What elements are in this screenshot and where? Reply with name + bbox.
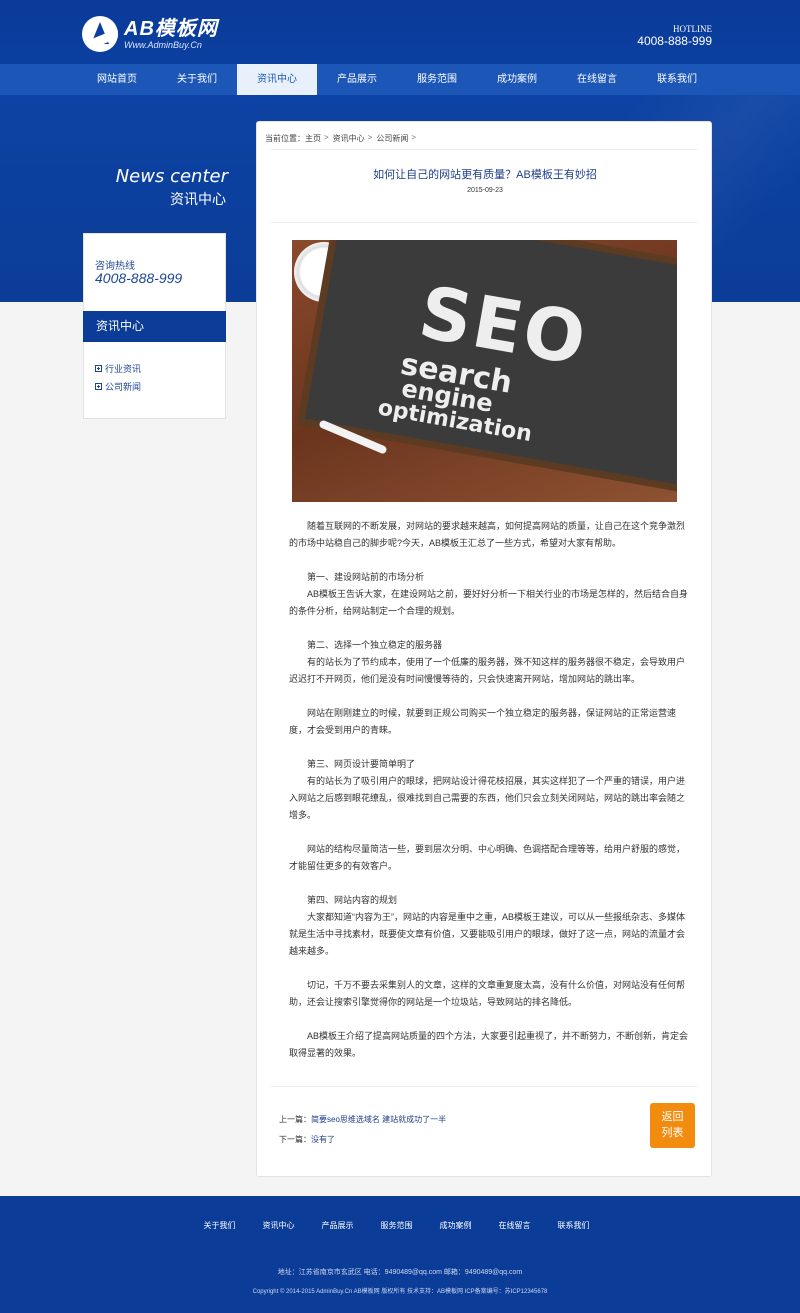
banner-title-en: News center	[115, 166, 228, 187]
sidebar-item-company-news[interactable]: 公司新闻	[95, 377, 141, 395]
sidebar-item-label: 公司新闻	[105, 381, 142, 392]
site-footer: 关于我们 资讯中心 产品展示 服务范围 成功案例 在线留言 联系我们 地址：江苏…	[0, 1196, 800, 1313]
next-article: 下一篇：没有了	[279, 1134, 335, 1145]
prev-article-link[interactable]: 简要seo思维选域名 建站就成功了一半	[311, 1115, 446, 1124]
footer-link-products[interactable]: 产品展示	[308, 1220, 367, 1231]
next-label: 下一篇：	[279, 1135, 311, 1144]
divider	[271, 149, 697, 150]
back-label-line1: 返回	[661, 1111, 684, 1123]
nav-item-home[interactable]: 网站首页	[77, 64, 157, 95]
paragraph-heading: 第三、网页设计要简单明了	[307, 759, 416, 769]
next-article-text: 没有了	[311, 1135, 335, 1144]
sidebar-hotline-number: 4008-888-999	[95, 270, 183, 286]
prev-article[interactable]: 上一篇：简要seo思维选域名 建站就成功了一半	[279, 1114, 446, 1125]
footer-nav: 关于我们 资讯中心 产品展示 服务范围 成功案例 在线留言 联系我们	[190, 1220, 603, 1231]
chevron-right-icon: >	[324, 133, 329, 142]
footer-address: 地址：江苏省南京市玄武区 电话：9490489@qq.com 邮箱：949048…	[277, 1269, 523, 1276]
plus-box-icon	[95, 382, 102, 390]
main-nav: 网站首页 关于我们 资讯中心 产品展示 服务范围 成功案例 在线留言 联系我们	[0, 64, 800, 95]
article-panel: 当前位置：主页 > 资讯中心 > 公司新闻 > 如何让自己的网站更有质量？AB模板王有…	[256, 121, 712, 1177]
breadcrumb-news[interactable]: 资讯中心	[333, 133, 365, 144]
paragraph: 大家都知道“内容为王”，网站的内容是重中之重，AB模板王建议，可以从一些报纸杂志…	[289, 912, 686, 956]
plus-box-icon	[95, 364, 102, 372]
breadcrumb: 当前位置：主页 > 资讯中心 > 公司新闻 >	[265, 133, 420, 144]
footer-link-news[interactable]: 资讯中心	[249, 1220, 308, 1231]
nav-item-news[interactable]: 资讯中心	[237, 64, 317, 95]
nav-item-message[interactable]: 在线留言	[557, 64, 637, 95]
breadcrumb-home[interactable]: 当前位置：主页	[265, 133, 321, 144]
sidebar-links: 行业资讯 公司新闻	[95, 359, 141, 395]
sidebar-category-title: 资讯中心	[83, 311, 226, 342]
hotline-label: HOTLINE	[673, 24, 712, 34]
divider	[271, 222, 697, 223]
article-body: 随着互联网的不断发展，对网站的要求越来越高，如何提高网站的质量，让自己在这个竞争…	[289, 518, 689, 1062]
nav-item-about[interactable]: 关于我们	[157, 64, 237, 95]
paragraph: AB模板王介绍了提高网站质量的四个方法，大家要引起重视了，并不断努力，不断创新，…	[289, 1031, 689, 1058]
divider	[271, 1086, 697, 1087]
footer-copyright: Copyright © 2014-2015 AdminBuy.Cn AB模板网 …	[252, 1289, 548, 1295]
paragraph: 随着互联网的不断发展，对网站的要求越来越高，如何提高网站的质量，让自己在这个竞争…	[289, 521, 686, 548]
nav-item-services[interactable]: 服务范围	[397, 64, 477, 95]
logo-subtitle: Www.AdminBuy.Cn	[124, 39, 202, 50]
paragraph: 有的站长为了节约成本，使用了一个低廉的服务器，殊不知这样的服务器很不稳定，会导致…	[289, 657, 686, 684]
article-title: 如何让自己的网站更有质量？AB模板王有妙招	[373, 169, 597, 181]
header-hotline: HOTLINE 4008-888-999	[637, 24, 712, 48]
paragraph: 网站的结构尽量简洁一些，要到层次分明、中心明确、色调搭配合理等等，给用户舒服的感…	[289, 844, 686, 871]
paragraph: 网站在刚刚建立的时候，就要到正规公司购买一个独立稳定的服务器，保证网站的正常运营…	[289, 708, 677, 735]
sidebar-item-label: 行业资讯	[105, 363, 142, 374]
paragraph: 切记，千万不要去采集别人的文章，这样的文章重复度太高，没有什么价值，对网站没有任…	[289, 980, 686, 1007]
sidebar-item-industry-news[interactable]: 行业资讯	[95, 359, 141, 377]
back-to-list-button[interactable]: 返回 列表	[650, 1103, 695, 1148]
footer-link-message[interactable]: 在线留言	[485, 1220, 544, 1231]
paragraph-heading: 第二、选择一个独立稳定的服务器	[307, 640, 443, 650]
footer-link-contact[interactable]: 联系我们	[544, 1220, 603, 1231]
site-logo[interactable]: AB模板网 Www.AdminBuy.Cn	[82, 16, 218, 52]
footer-link-about[interactable]: 关于我们	[190, 1220, 249, 1231]
chevron-right-icon: >	[411, 133, 417, 142]
site-header: AB模板网 Www.AdminBuy.Cn HOTLINE 4008-888-9…	[0, 0, 800, 64]
footer-link-cases[interactable]: 成功案例	[426, 1220, 485, 1231]
footer-link-services[interactable]: 服务范围	[367, 1220, 426, 1231]
prev-label: 上一篇：	[279, 1115, 311, 1124]
article-date: 2015-09-23	[467, 187, 503, 194]
nav-item-contact[interactable]: 联系我们	[637, 64, 717, 95]
breadcrumb-company-news[interactable]: 公司新闻	[376, 133, 408, 144]
nav-item-cases[interactable]: 成功案例	[477, 64, 557, 95]
sidebar: 咨询热线 4008-888-999 资讯中心 行业资讯 公司新闻	[83, 233, 226, 419]
logo-icon	[82, 16, 118, 52]
paragraph: AB模板王告诉大家，在建设网站之前，要好好分析一下相关行业的市场是怎样的，然后结…	[289, 589, 689, 616]
paragraph: 有的站长为了吸引用户的眼球，把网站设计得花枝招展，其实这样犯了一个严重的错误，用…	[289, 776, 686, 820]
seo-chalkboard-image: SEO search engine optimization	[292, 240, 677, 502]
chevron-right-icon: >	[367, 133, 373, 142]
back-label-line2: 列表	[661, 1127, 684, 1139]
logo-title: AB模板网	[124, 17, 218, 40]
paragraph-heading: 第四、网站内容的规划	[307, 895, 398, 905]
paragraph-heading: 第一、建设网站前的市场分析	[307, 572, 425, 582]
banner-title-cn: 资讯中心	[170, 191, 226, 207]
hotline-number: 4008-888-999	[637, 34, 712, 48]
nav-item-products[interactable]: 产品展示	[317, 64, 397, 95]
